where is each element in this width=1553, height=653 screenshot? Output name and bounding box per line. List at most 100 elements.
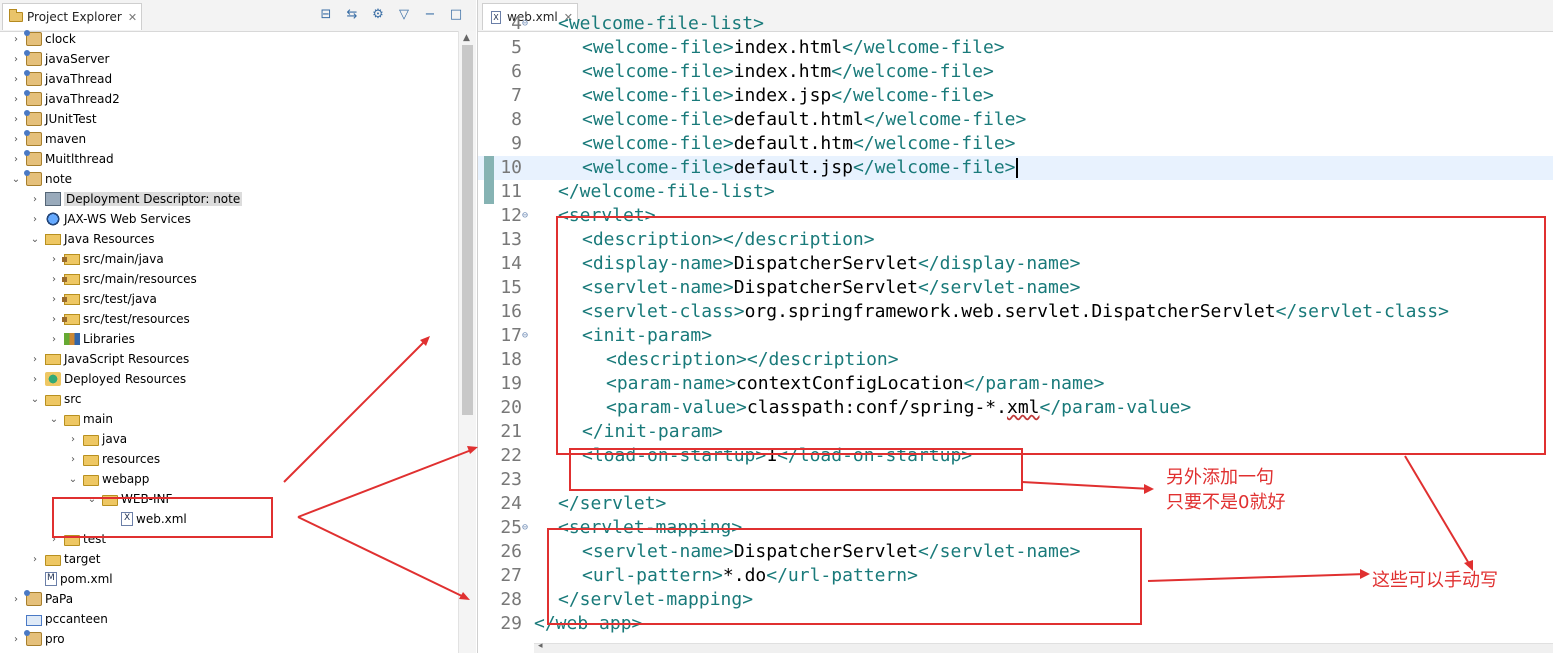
tree-item[interactable]: ⌄ WEB-INF [86,489,173,509]
tree-item[interactable]: ⌄ Java Resources [29,229,155,249]
chevron-down-icon[interactable]: ⌄ [29,394,41,405]
view-menu-icon[interactable]: ▽ [396,7,412,22]
fold-toggle-icon[interactable]: ⊖ [522,516,528,540]
chevron-down-icon[interactable]: ⌄ [10,174,22,185]
tree-item[interactable]: › maven [10,129,86,149]
chevron-down-icon[interactable]: ⌄ [29,234,41,245]
tree-item[interactable]: › src/test/resources [48,309,190,329]
tree-item[interactable]: › Muitlthread [10,149,114,169]
chevron-right-icon[interactable]: › [67,454,79,465]
tree-item[interactable]: › resources [67,449,160,469]
chevron-right-icon[interactable]: › [10,94,22,105]
tree-item[interactable]: › target [29,549,101,569]
tree-item[interactable]: › pro [10,629,65,649]
code-line[interactable]: 4 ⊖ <welcome-file-list> [478,12,1553,36]
code-line[interactable]: 24 </servlet> [478,492,1553,516]
chevron-right-icon[interactable]: › [48,254,60,265]
chevron-right-icon[interactable]: › [10,54,22,65]
filter-icon[interactable]: ⚙ [370,7,386,22]
tree-item[interactable]: › JUnitTest [10,109,97,129]
code-line[interactable]: 22 <load-on-startup>1</load-on-startup> [478,444,1553,468]
tree-item[interactable]: › JAX-WS Web Services [29,209,191,229]
tree-item[interactable]: › src/main/java [48,249,164,269]
code-line[interactable]: 6 <welcome-file>index.htm</welcome-file> [478,60,1553,84]
code-line[interactable]: 11 </welcome-file-list> [478,180,1553,204]
maximize-icon[interactable]: □ [448,7,464,22]
chevron-down-icon[interactable]: ⌄ [67,474,79,485]
chevron-right-icon[interactable]: › [48,314,60,325]
scroll-up-icon[interactable]: ▲ [463,33,470,43]
chevron-right-icon[interactable]: › [29,194,41,205]
chevron-right-icon[interactable]: › [10,634,22,645]
project-explorer-scrollbar[interactable]: ▲ [458,31,476,653]
scroll-left-icon[interactable]: ◂ [538,641,543,651]
code-line[interactable]: 10 <welcome-file>default.jsp</welcome-fil… [478,156,1553,180]
code-line[interactable]: 15 <servlet-name>DispatcherServlet</servl… [478,276,1553,300]
tree-item[interactable]: ⌄ note [10,169,72,189]
code-line[interactable]: 26 <servlet-name>DispatcherServlet</servl… [478,540,1553,564]
tree-item[interactable]: › clock [10,29,76,49]
code-line[interactable]: 7 <welcome-file>index.jsp</welcome-file> [478,84,1553,108]
code-line[interactable]: 14 <display-name>DispatcherServlet</displ… [478,252,1553,276]
collapse-all-icon[interactable]: ⊟ [318,7,334,22]
chevron-down-icon[interactable]: ⌄ [86,494,98,505]
tree-item[interactable]: › JavaScript Resources [29,349,189,369]
tree-item[interactable]: › java [67,429,127,449]
code-editor[interactable]: 4 ⊖ <welcome-file-list> 5 <welcome-file>inde… [478,13,1553,643]
tree-item[interactable]: ⌄ webapp [67,469,150,489]
code-line[interactable]: 9 <welcome-file>default.htm</welcome-file… [478,132,1553,156]
tree-item[interactable]: web.xml [105,509,187,529]
chevron-right-icon[interactable]: › [10,34,22,45]
code-line[interactable]: 29 </web-app> [478,612,1553,636]
chevron-right-icon[interactable]: › [29,214,41,225]
editor-horizontal-scrollbar[interactable]: ◂ [534,641,1553,653]
tree-item[interactable]: ⌄ main [48,409,113,429]
chevron-right-icon[interactable]: › [10,114,22,125]
tree-item[interactable]: › Deployment Descriptor: note [29,189,243,209]
chevron-right-icon[interactable]: › [10,74,22,85]
tree-item[interactable]: › javaThread [10,69,112,89]
code-line[interactable]: 13 <description></description> [478,228,1553,252]
chevron-right-icon[interactable]: › [10,154,22,165]
code-line[interactable]: 12 ⊖ <servlet> [478,204,1553,228]
chevron-right-icon[interactable]: › [48,274,60,285]
chevron-down-icon[interactable]: ⌄ [48,414,60,425]
chevron-right-icon[interactable]: › [29,374,41,385]
link-with-editor-icon[interactable]: ⇆ [344,7,360,22]
code-line[interactable]: 17 ⊖ <init-param> [478,324,1553,348]
chevron-right-icon[interactable]: › [48,294,60,305]
chevron-right-icon[interactable]: › [48,334,60,345]
chevron-right-icon[interactable]: › [67,434,79,445]
code-line[interactable]: 25 ⊖ <servlet-mapping> [478,516,1553,540]
tree-item[interactable]: ⌄ src [29,389,82,409]
code-line[interactable]: 8 <welcome-file>default.html</welcome-fil… [478,108,1553,132]
code-line[interactable]: 16 <servlet-class>org.springframework.web… [478,300,1553,324]
chevron-right-icon[interactable]: › [10,134,22,145]
tree-item[interactable]: pccanteen [10,609,108,629]
chevron-right-icon[interactable]: › [10,594,22,605]
chevron-right-icon[interactable]: › [29,354,41,365]
chevron-right-icon[interactable]: › [48,534,60,545]
fold-toggle-icon[interactable]: ⊖ [522,204,528,228]
tree-item[interactable]: › src/main/resources [48,269,197,289]
tree-item[interactable]: › javaThread2 [10,89,120,109]
tree-item[interactable]: › src/test/java [48,289,157,309]
minimize-icon[interactable]: − [422,7,438,22]
tab-project-explorer[interactable]: Project Explorer ✕ [2,3,142,30]
code-line[interactable]: 23 [478,468,1553,492]
scrollbar-thumb[interactable] [462,45,473,415]
chevron-right-icon[interactable]: › [29,554,41,565]
tree-item[interactable]: › PaPa [10,589,73,609]
tree-item[interactable]: › Libraries [48,329,135,349]
tree-item[interactable]: pom.xml [29,569,113,589]
tree-item[interactable]: › javaServer [10,49,110,69]
fold-toggle-icon[interactable]: ⊖ [522,12,528,36]
code-line[interactable]: 21 </init-param> [478,420,1553,444]
fold-toggle-icon[interactable]: ⊖ [522,324,528,348]
code-line[interactable]: 18 <description></description> [478,348,1553,372]
tree-item[interactable]: › Deployed Resources [29,369,186,389]
close-icon[interactable]: ✕ [128,11,137,24]
code-line[interactable]: 5 <welcome-file>index.html</welcome-file> [478,36,1553,60]
tree-item[interactable]: › test [48,529,106,549]
code-line[interactable]: 19 <param-name>contextConfigLocation</par… [478,372,1553,396]
